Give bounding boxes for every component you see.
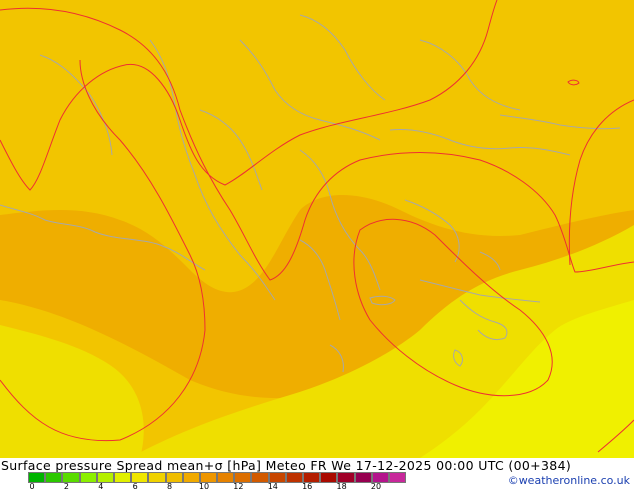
colorbar-ticks: 0 2 4 6 8 10 12 14 16 18 20: [28, 482, 428, 492]
map-footer: Surface pressure Spread mean+σ [hPa] Met…: [0, 458, 634, 492]
map-title: Surface pressure Spread mean+σ [hPa] Met…: [1, 458, 572, 473]
credit-link[interactable]: ©weatheronline.co.uk: [508, 474, 630, 488]
weather-map: [0, 0, 634, 458]
